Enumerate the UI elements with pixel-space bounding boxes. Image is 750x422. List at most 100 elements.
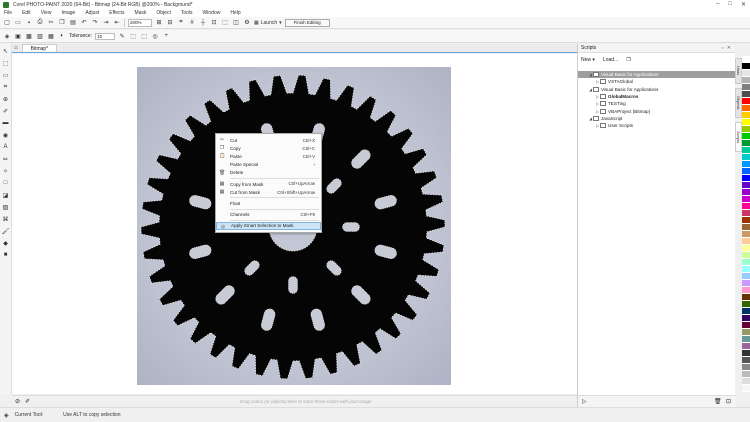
palette-swatch[interactable] — [742, 203, 750, 210]
docker-pin-icon[interactable]: ⇔ — [720, 45, 725, 51]
options-gear-icon[interactable]: ⚙ — [243, 19, 251, 27]
context-menu-item[interactable]: ▦ Copy from Mask Ctrl+UpArrow — [216, 180, 321, 188]
snap-icon[interactable]: ⊡ — [210, 19, 218, 27]
tab-bitmap[interactable]: Bitmap* — [21, 44, 58, 52]
palette-swatch[interactable] — [742, 189, 750, 196]
cut-icon[interactable]: ✂ — [47, 19, 55, 27]
palette-swatch[interactable] — [742, 224, 750, 231]
palette-swatch[interactable] — [742, 238, 750, 245]
zoom-tool-icon[interactable]: ⊕ — [2, 95, 10, 103]
palette-swatch[interactable] — [742, 217, 750, 224]
crop-tool-icon[interactable]: ⌗ — [2, 83, 10, 91]
pick-tool-icon[interactable]: ↖ — [2, 47, 10, 55]
context-menu-item[interactable]: 🗑 Delete — [216, 169, 321, 177]
tree-item[interactable]: ▷ User Scripts — [578, 122, 736, 129]
menu-view[interactable]: View — [41, 10, 52, 16]
docker-copy-icon[interactable]: ❐ — [626, 57, 630, 63]
feather-icon[interactable]: ⬚ — [129, 32, 137, 40]
tree-item[interactable]: ▷ VBAProject (Bitmap) — [578, 107, 736, 114]
palette-swatch[interactable] — [742, 140, 750, 147]
palette-swatch[interactable] — [742, 56, 750, 63]
palette-swatch[interactable] — [742, 147, 750, 154]
palette-swatch[interactable] — [742, 154, 750, 161]
smart-selection-tool-icon[interactable]: ◈ — [3, 32, 11, 40]
undo-icon[interactable]: ↶ — [80, 19, 88, 27]
add-icon[interactable]: + — [162, 32, 170, 40]
palette-swatch[interactable] — [742, 70, 750, 77]
new-file-icon[interactable]: ▢ — [3, 19, 11, 27]
menu-help[interactable]: Help — [230, 10, 240, 16]
palette-swatch[interactable] — [742, 329, 750, 336]
tree-item[interactable]: ◢ Visual Basic for Applications — [578, 86, 736, 93]
palette-swatch[interactable] — [742, 287, 750, 294]
eraser-icon[interactable]: ▬ — [2, 119, 10, 127]
palette-swatch[interactable] — [742, 266, 750, 273]
docker-new-button[interactable]: New ▾ — [581, 57, 595, 63]
palette-swatch[interactable] — [742, 161, 750, 168]
tree-item[interactable]: ▷ GlobalMacros — [578, 93, 736, 100]
bucket-icon[interactable]: ◆ — [2, 239, 10, 247]
palette-swatch[interactable] — [742, 343, 750, 350]
finish-editing-button[interactable]: Finish Editing — [284, 18, 330, 27]
menu-mask[interactable]: Mask — [134, 10, 146, 16]
eyedropper-icon[interactable]: ✐ — [2, 107, 10, 115]
no-color-icon[interactable]: ⊘ — [15, 398, 20, 405]
tab-hints[interactable]: Hints — [735, 58, 742, 84]
palette-swatch[interactable] — [742, 63, 750, 70]
tree-item[interactable]: ◢ Visual Basic for Applications — [578, 71, 736, 79]
palette-swatch[interactable] — [742, 280, 750, 287]
red-eye-icon[interactable]: ◉ — [2, 131, 10, 139]
palette-swatch[interactable] — [742, 322, 750, 329]
palette-swatch[interactable] — [742, 133, 750, 140]
fill-tool-icon[interactable]: ◪ — [2, 191, 10, 199]
docker-expand-icon[interactable]: ⊡ — [726, 398, 731, 405]
menu-adjust[interactable]: Adjust — [85, 10, 99, 16]
menu-image[interactable]: Image — [61, 10, 75, 16]
palette-swatch[interactable] — [742, 301, 750, 308]
tab-scripts[interactable]: Scripts — [735, 122, 742, 152]
palette-swatch[interactable] — [742, 112, 750, 119]
palette-swatch[interactable] — [742, 273, 750, 280]
menu-window[interactable]: Window — [203, 10, 221, 16]
home-icon[interactable]: ⌂ — [14, 45, 18, 51]
paint-tool-icon[interactable]: ✏ — [2, 155, 10, 163]
text-tool-icon[interactable]: A — [2, 143, 10, 151]
mode-subtract-icon[interactable]: ▧ — [36, 32, 44, 40]
open-folder-icon[interactable]: ▭ — [14, 19, 22, 27]
invert-mask-icon[interactable]: ◎ — [151, 32, 159, 40]
context-menu-item[interactable]: ❐ Copy Ctrl+C — [216, 144, 321, 152]
eyedropper-small-icon[interactable]: ✐ — [25, 398, 30, 405]
palette-swatch[interactable] — [742, 119, 750, 126]
zoom-level-box[interactable]: 200% — [128, 18, 152, 27]
menu-file[interactable]: File — [4, 10, 12, 16]
print-icon[interactable]: ⎙ — [36, 19, 44, 27]
palette-swatch[interactable] — [742, 252, 750, 259]
docker-load-button[interactable]: Load... — [603, 57, 618, 63]
palette-swatch[interactable] — [742, 98, 750, 105]
mask-marquee-icon[interactable]: ⬚ — [221, 19, 229, 27]
antialias-icon[interactable]: ◐ — [58, 32, 66, 40]
palette-swatch[interactable] — [742, 259, 750, 266]
palette-swatch[interactable] — [742, 245, 750, 252]
palette-swatch[interactable] — [742, 175, 750, 182]
mask-overlay-icon[interactable]: ◫ — [232, 19, 240, 27]
palette-swatch[interactable] — [742, 357, 750, 364]
palette-swatch[interactable] — [742, 126, 750, 133]
context-menu-item[interactable]: Paste Special › — [216, 161, 321, 169]
effect-tool-icon[interactable]: ✧ — [2, 167, 10, 175]
minimize-button[interactable]: – — [716, 1, 719, 8]
palette-swatch[interactable] — [742, 231, 750, 238]
context-menu-item[interactable]: ◎ Apply Smart Selection to Mask — [216, 221, 321, 230]
palette-swatch[interactable] — [742, 196, 750, 203]
maximize-button[interactable]: □ — [728, 1, 732, 8]
palette-swatch[interactable] — [742, 364, 750, 371]
menu-effects[interactable]: Effects — [109, 10, 124, 16]
palette-swatch[interactable] — [742, 182, 750, 189]
palette-swatch[interactable] — [742, 315, 750, 322]
guides-icon[interactable]: ┼ — [199, 19, 207, 27]
grow-mask-icon[interactable]: ⬚ — [140, 32, 148, 40]
palette-swatch[interactable] — [742, 84, 750, 91]
zoom-fit-icon[interactable]: ⊞ — [155, 19, 163, 27]
zoom-100-icon[interactable]: ⊟ — [166, 19, 174, 27]
tree-item[interactable]: ▷ VSTAGlobal — [578, 78, 736, 85]
